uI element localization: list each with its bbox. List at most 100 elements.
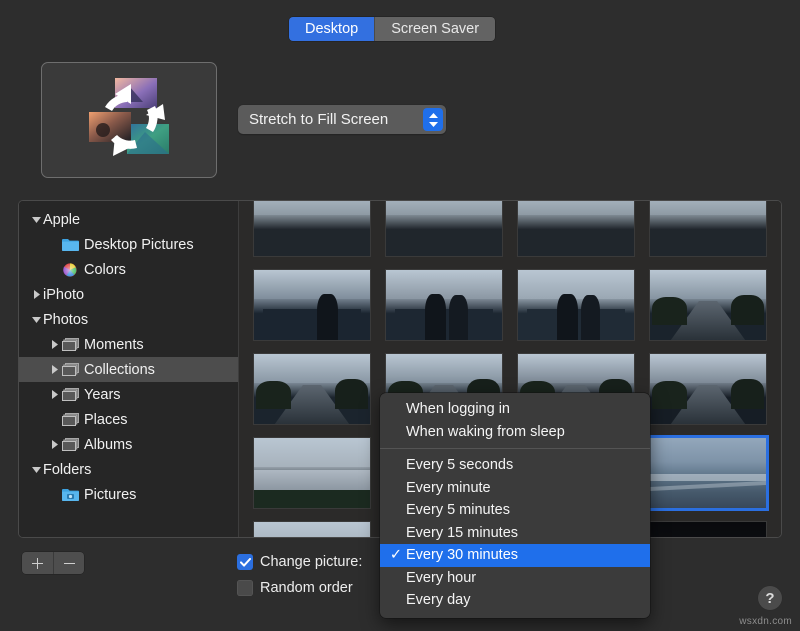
scaling-popup-value: Stretch to Fill Screen xyxy=(238,111,423,128)
menu-item-when-logging-in[interactable]: When logging in xyxy=(380,398,650,421)
sidebar-item-albums[interactable]: Albums xyxy=(19,432,238,457)
photo-thumbnail[interactable] xyxy=(253,437,371,509)
menu-item-label: When waking from sleep xyxy=(406,424,565,440)
photo-thumbnail[interactable] xyxy=(517,201,635,257)
disclosure-right-icon[interactable] xyxy=(47,365,61,374)
sidebar-item-iphoto[interactable]: iPhoto xyxy=(19,282,238,307)
blue-folder-icon xyxy=(62,238,79,251)
thumbnail-image xyxy=(385,201,503,257)
sidebar-item-places[interactable]: Places xyxy=(19,407,238,432)
photo-thumbnail[interactable] xyxy=(649,521,767,537)
sidebar-item-label: Places xyxy=(84,412,128,428)
add-folder-button[interactable] xyxy=(22,552,53,574)
menu-item-when-waking-from-sleep[interactable]: When waking from sleep xyxy=(380,421,650,444)
change-picture-row[interactable]: Change picture: xyxy=(237,554,362,570)
source-list-sidebar[interactable]: AppleDesktop Pictures ColorsiPhoto Photos M… xyxy=(19,201,239,537)
menu-separator xyxy=(380,448,650,449)
menu-item-label: Every hour xyxy=(406,570,476,586)
random-order-row[interactable]: Random order xyxy=(237,580,353,596)
photo-thumbnail[interactable] xyxy=(253,269,371,341)
sidebar-item-label: Colors xyxy=(84,262,126,278)
sidebar-item-label: Moments xyxy=(84,337,144,353)
thumbnail-image xyxy=(253,201,371,257)
photo-thumbnail[interactable] xyxy=(649,353,767,425)
stack-icon-icon xyxy=(61,413,79,426)
disclosure-right-icon[interactable] xyxy=(47,340,61,349)
scaling-popup-button[interactable]: Stretch to Fill Screen xyxy=(238,105,446,134)
thumbnail-image xyxy=(649,201,767,257)
up-down-chevron-icon[interactable] xyxy=(423,108,443,131)
menu-item-every-15-minutes[interactable]: Every 15 minutes xyxy=(380,522,650,545)
thumbnail-image xyxy=(517,201,635,257)
menu-item-every-hour[interactable]: Every hour xyxy=(380,567,650,590)
stack-icon-icon xyxy=(61,388,79,401)
thumbnail-image xyxy=(649,521,767,537)
sidebar-item-label: iPhoto xyxy=(43,287,84,303)
tab-desktop[interactable]: Desktop xyxy=(289,17,374,41)
desktop-preview-well[interactable] xyxy=(41,62,217,178)
sidebar-item-pictures[interactable]: Pictures xyxy=(19,482,238,507)
change-interval-menu[interactable]: When logging in When waking from sleep Eve… xyxy=(380,393,650,618)
menu-item-every-5-minutes[interactable]: Every 5 minutes xyxy=(380,499,650,522)
sidebar-item-apple[interactable]: Apple xyxy=(19,207,238,232)
sidebar-item-photos[interactable]: Photos xyxy=(19,307,238,332)
disclosure-down-icon[interactable] xyxy=(29,216,43,223)
thumbnail-image xyxy=(253,521,371,537)
remove-folder-button[interactable] xyxy=(53,552,84,574)
minus-icon xyxy=(64,558,75,569)
sidebar-item-years[interactable]: Years xyxy=(19,382,238,407)
disclosure-down-icon[interactable] xyxy=(29,316,43,323)
photo-thumbnail[interactable] xyxy=(385,269,503,341)
menu-item-label: When logging in xyxy=(406,401,510,417)
sidebar-item-moments[interactable]: Moments xyxy=(19,332,238,357)
thumbnail-image xyxy=(253,269,371,341)
sidebar-item-collections[interactable]: Collections xyxy=(19,357,238,382)
thumbnail-image xyxy=(385,269,503,341)
disclosure-right-icon[interactable] xyxy=(47,440,61,449)
random-order-checkbox[interactable] xyxy=(237,580,253,596)
sidebar-item-folders[interactable]: Folders xyxy=(19,457,238,482)
stack-icon-icon xyxy=(61,338,79,351)
photo-thumbnail[interactable] xyxy=(649,269,767,341)
thumbnail-image xyxy=(253,353,371,425)
photo-stack-icon xyxy=(62,338,79,351)
tab-screen-saver[interactable]: Screen Saver xyxy=(374,17,495,41)
photo-thumbnail[interactable] xyxy=(253,521,371,537)
menu-item-every-minute[interactable]: Every minute xyxy=(380,477,650,500)
change-picture-checkbox[interactable] xyxy=(237,554,253,570)
photo-thumbnail[interactable] xyxy=(253,201,371,257)
change-picture-label: Change picture: xyxy=(260,554,362,570)
photo-thumbnail[interactable] xyxy=(385,201,503,257)
photo-thumbnail[interactable] xyxy=(253,353,371,425)
disclosure-right-icon[interactable] xyxy=(29,290,43,299)
photo-stack-icon xyxy=(62,363,79,376)
photo-stack-icon xyxy=(62,438,79,451)
sidebar-item-label: Folders xyxy=(43,462,91,478)
add-remove-folder-group[interactable] xyxy=(22,552,84,574)
color-wheel-icon xyxy=(63,263,77,277)
photo-folder-icon xyxy=(61,488,79,501)
tab-bar[interactable]: Desktop Screen Saver xyxy=(289,17,495,41)
watermark-text: wsxdn.com xyxy=(739,616,792,627)
sidebar-item-label: Years xyxy=(84,387,121,403)
photo-thumbnail[interactable] xyxy=(517,269,635,341)
menu-checkmark-icon: ✓ xyxy=(386,547,406,563)
disclosure-right-icon[interactable] xyxy=(47,390,61,399)
menu-item-label: Every 30 minutes xyxy=(406,547,518,563)
photo-thumbnail-selected[interactable] xyxy=(649,437,767,509)
sidebar-item-desktop-pictures[interactable]: Desktop Pictures xyxy=(19,232,238,257)
stack-icon-icon xyxy=(61,363,79,376)
menu-item-every-day[interactable]: Every day xyxy=(380,589,650,612)
menu-item-label: Every minute xyxy=(406,480,491,496)
photo-stack-icon xyxy=(62,388,79,401)
thumbnail-image xyxy=(649,437,767,509)
menu-item-every-5-seconds[interactable]: Every 5 seconds xyxy=(380,454,650,477)
help-button[interactable]: ? xyxy=(758,586,782,610)
photo-stack-icon xyxy=(62,413,79,426)
menu-item-label: Every 5 minutes xyxy=(406,502,510,518)
sidebar-item-colors[interactable]: Colors xyxy=(19,257,238,282)
menu-item-every-30-minutes[interactable]: ✓Every 30 minutes xyxy=(380,544,650,567)
pictures-folder-icon xyxy=(62,488,79,501)
photo-thumbnail[interactable] xyxy=(649,201,767,257)
disclosure-down-icon[interactable] xyxy=(29,466,43,473)
